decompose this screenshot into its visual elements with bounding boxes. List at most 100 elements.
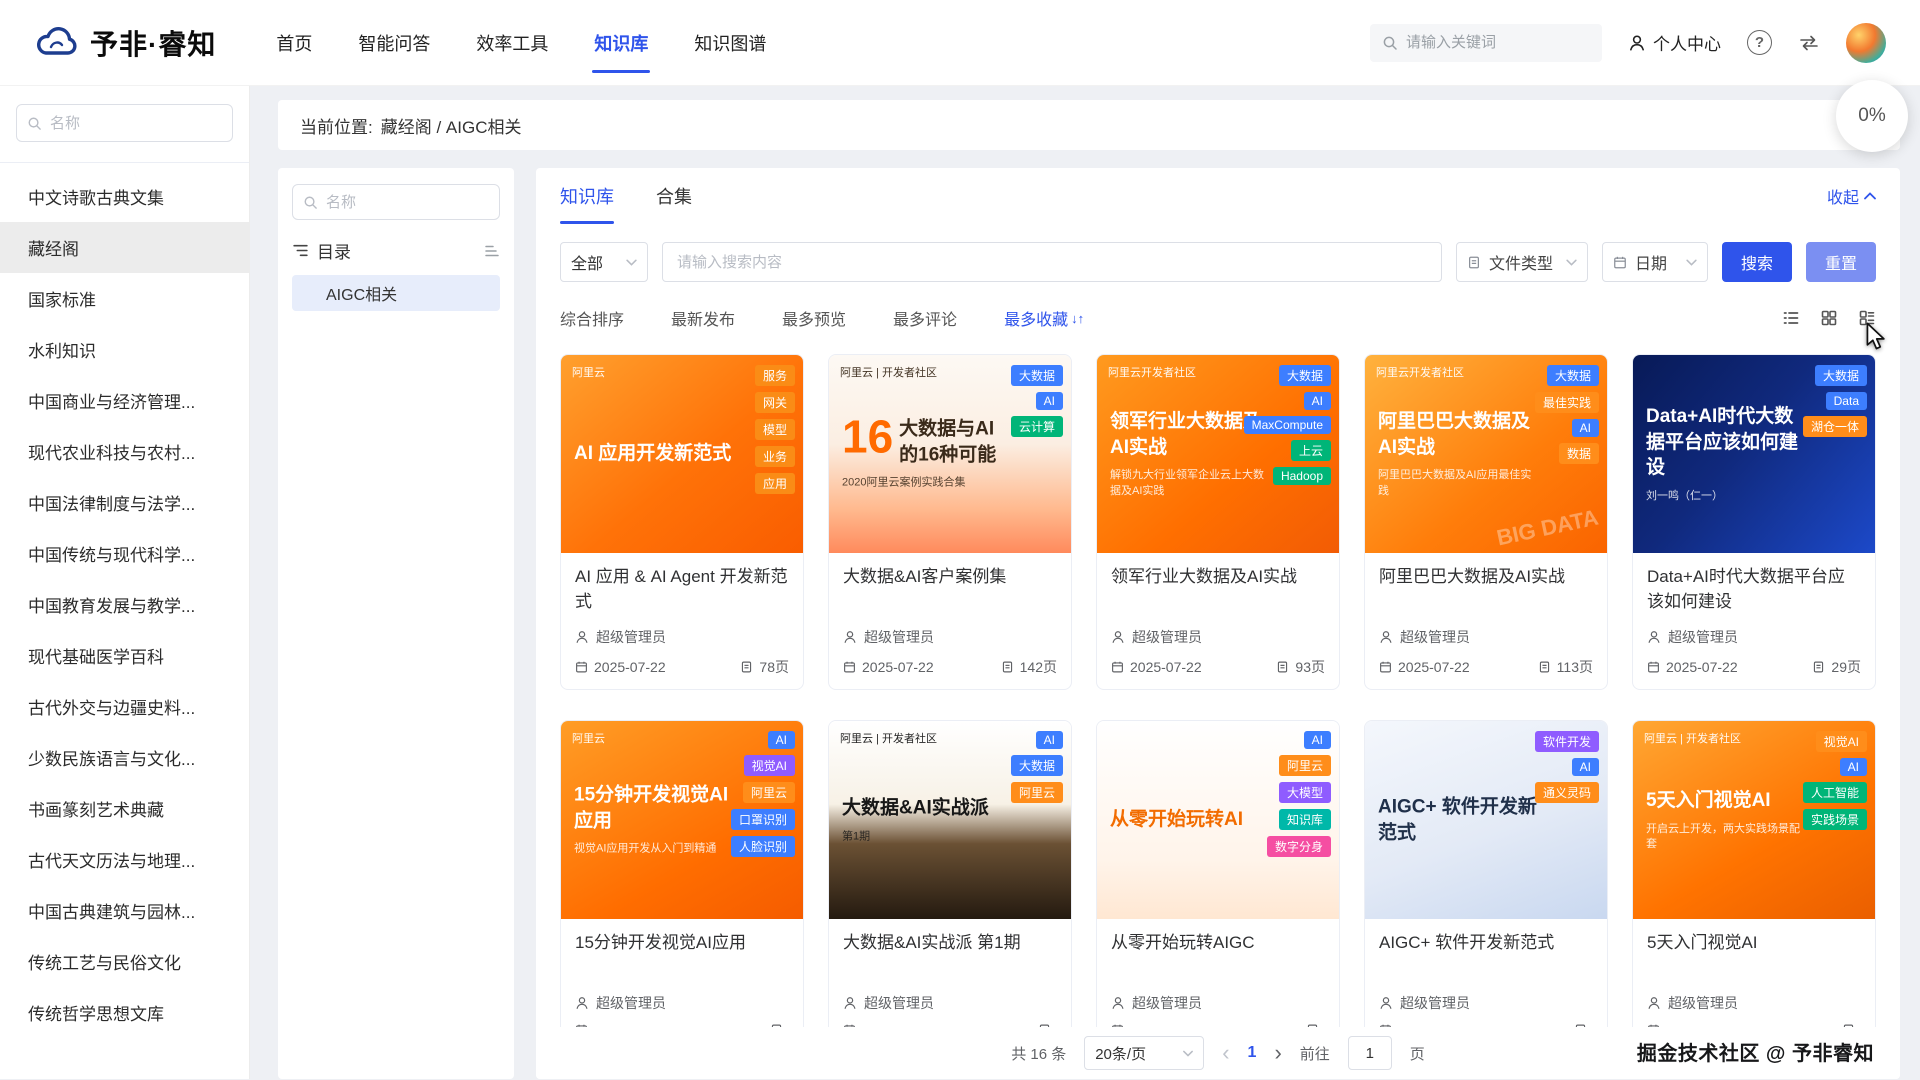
cover-title: 5天入门视觉AI: [1646, 788, 1807, 814]
knowledge-card[interactable]: AIGC+ 软件开发新范式 软件开发: [1364, 720, 1608, 1050]
person-icon: [1628, 34, 1646, 52]
sidebar-search-box[interactable]: [16, 104, 233, 142]
knowledge-card[interactable]: 阿里云 | 开发者社区 16 大数据与AI的16种可能 2020阿里云案例实践合…: [828, 354, 1072, 690]
nav-item[interactable]: 知识库: [594, 0, 648, 85]
scope-select[interactable]: 全部: [560, 242, 648, 282]
card-cover: 阿里云 | 开发者社区 16 大数据与AI的16种可能 2020阿里云案例实践合…: [829, 355, 1071, 553]
date-select[interactable]: 日期: [1602, 242, 1708, 282]
card-view-icon[interactable]: [1858, 309, 1876, 327]
collapse-toggle[interactable]: 收起: [1827, 184, 1876, 208]
library-list-item[interactable]: 古代天文历法与地理...: [0, 834, 249, 885]
library-list-item[interactable]: 藏经阁: [0, 222, 249, 273]
view-toggles: [1782, 309, 1876, 327]
library-list-item[interactable]: 现代农业科技与农村...: [0, 426, 249, 477]
library-list-item[interactable]: 中国法律制度与法学...: [0, 477, 249, 528]
nav-item[interactable]: 首页: [276, 0, 312, 85]
cover-title: AIGC+ 软件开发新范式: [1378, 794, 1539, 845]
sort-item[interactable]: 最多收藏 ↓↑: [1004, 306, 1084, 330]
library-list-item[interactable]: 国家标准: [0, 273, 249, 324]
collapse-all-icon[interactable]: [484, 243, 500, 259]
tag: AI: [1572, 419, 1599, 437]
nav-item[interactable]: 知识图谱: [694, 0, 766, 85]
tabs-row: 知识库 合集 收起: [560, 168, 1876, 224]
page-number[interactable]: 1: [1248, 1044, 1257, 1062]
card-author: 超级管理员: [596, 993, 666, 1013]
library-list-item[interactable]: 中国传统与现代科学...: [0, 528, 249, 579]
nav-item[interactable]: 效率工具: [476, 0, 548, 85]
tag: 阿里云: [743, 782, 795, 803]
knowledge-card[interactable]: 阿里云 | 开发者社区 5天入门视觉AI 开启云上开发，两大实践场景配套: [1632, 720, 1876, 1050]
knowledge-card[interactable]: 阿里云 | 开发者社区 大数据&AI实战派 第1期: [828, 720, 1072, 1050]
tab[interactable]: 合集: [656, 168, 692, 224]
list-view-icon[interactable]: [1782, 309, 1800, 327]
library-list-item[interactable]: 中国教育发展与教学...: [0, 579, 249, 630]
library-list-item[interactable]: 古代外交与边疆史料...: [0, 681, 249, 732]
library-list-item[interactable]: 少数民族语言与文化...: [0, 732, 249, 783]
sort-item[interactable]: 最多评论: [893, 306, 960, 330]
card-author-row: 超级管理员: [1647, 627, 1861, 647]
library-list-item[interactable]: 传统哲学思想文库: [0, 987, 249, 1038]
knowledge-card[interactable]: 阿里云 15分钟开发视觉AI应用 视觉AI应用开发从入门到精通: [560, 720, 804, 1050]
user-center-link[interactable]: 个人中心: [1628, 30, 1721, 55]
grid-view-icon[interactable]: [1820, 309, 1838, 327]
global-search-box[interactable]: [1370, 24, 1602, 62]
file-type-select[interactable]: 文件类型: [1456, 242, 1588, 282]
progress-badge[interactable]: 0%: [1836, 80, 1908, 152]
cover-tags: 软件开发 AI 通义灵码: [1535, 731, 1599, 803]
knowledge-card[interactable]: Data+AI时代大数据平台应该如何建设 刘一鸣（仁一） 大数据: [1632, 354, 1876, 690]
chevron-up-icon: [1864, 192, 1876, 200]
card-cover: AIGC+ 软件开发新范式 软件开发: [1365, 721, 1607, 919]
person-icon: [843, 630, 857, 644]
sort-item[interactable]: 综合排序: [560, 306, 627, 330]
cover-subtitle: 2020阿里云案例实践合集: [842, 476, 1003, 491]
cover-subtitle: 视觉AI应用开发从入门到精通: [574, 842, 735, 857]
knowledge-card[interactable]: 从零开始玩转AI AI: [1096, 720, 1340, 1050]
library-list-item[interactable]: 现代基础医学百科: [0, 630, 249, 681]
content-search-input[interactable]: [677, 254, 1427, 271]
library-list-item[interactable]: 水利知识: [0, 324, 249, 375]
page-size-select[interactable]: 20条/页: [1084, 1036, 1204, 1070]
cover-brand: 阿里云 | 开发者社区: [840, 364, 937, 380]
nav-item[interactable]: 智能问答: [358, 0, 430, 85]
prev-page-button[interactable]: ‹: [1222, 1042, 1229, 1064]
exchange-icon[interactable]: [1798, 34, 1820, 52]
watermark: 掘金技术社区 @ 予非睿知: [1637, 1037, 1874, 1066]
catalog-search-input[interactable]: [326, 194, 489, 211]
library-list-item[interactable]: 传统工艺与民俗文化: [0, 936, 249, 987]
library-list-item[interactable]: 中国商业与经济管理...: [0, 375, 249, 426]
cover-tags: 视觉AI AI 人工智能 实践场景: [1803, 731, 1867, 830]
card-date: 2025-07-22: [1398, 659, 1470, 675]
sidebar-search-input[interactable]: [50, 115, 222, 132]
next-page-button[interactable]: ›: [1274, 1042, 1281, 1064]
catalog-item[interactable]: AIGC相关: [292, 275, 500, 311]
knowledge-card[interactable]: 阿里云开发者社区 阿里巴巴大数据及AI实战 阿里巴巴大数据及AI应用最佳实践 B…: [1364, 354, 1608, 690]
sort-item-label: 最多评论: [893, 306, 957, 330]
chevron-down-icon: [626, 259, 637, 266]
sort-item[interactable]: 最新发布: [671, 306, 738, 330]
search-icon: [27, 116, 42, 131]
knowledge-card[interactable]: 阿里云开发者社区 领军行业大数据及AI实战 解锁九大行业领军企业云上大数据及AI…: [1096, 354, 1340, 690]
global-search-input[interactable]: [1406, 34, 1590, 51]
reset-button[interactable]: 重置: [1806, 242, 1876, 282]
tab[interactable]: 知识库: [560, 168, 614, 224]
content-search-box[interactable]: [662, 242, 1442, 282]
card-title: AIGC+ 软件开发新范式: [1379, 931, 1593, 981]
sort-item[interactable]: 最多预览: [782, 306, 849, 330]
knowledge-card[interactable]: 阿里云 AI 应用开发新范式: [560, 354, 804, 690]
catalog-search-box[interactable]: [292, 184, 500, 220]
goto-page-input[interactable]: [1348, 1036, 1392, 1070]
library-list-item[interactable]: 中国古典建筑与园林...: [0, 885, 249, 936]
help-icon[interactable]: ?: [1747, 30, 1772, 55]
nav-item-label: 首页: [276, 30, 312, 56]
library-list-item[interactable]: 中文诗歌古典文集: [0, 171, 249, 222]
search-button[interactable]: 搜索: [1722, 242, 1792, 282]
tree-icon: [292, 242, 309, 259]
avatar[interactable]: [1846, 23, 1886, 63]
cover-title: 大数据&AI实战派: [842, 795, 1003, 821]
navbar-right: 个人中心 ?: [1370, 23, 1886, 63]
tag: AI: [1036, 731, 1063, 749]
tag: MaxCompute: [1244, 416, 1331, 434]
cover-brand: 阿里云 | 开发者社区: [1644, 730, 1741, 746]
library-list-item[interactable]: 书画篆刻艺术典藏: [0, 783, 249, 834]
tag: 阿里云: [1279, 755, 1331, 776]
